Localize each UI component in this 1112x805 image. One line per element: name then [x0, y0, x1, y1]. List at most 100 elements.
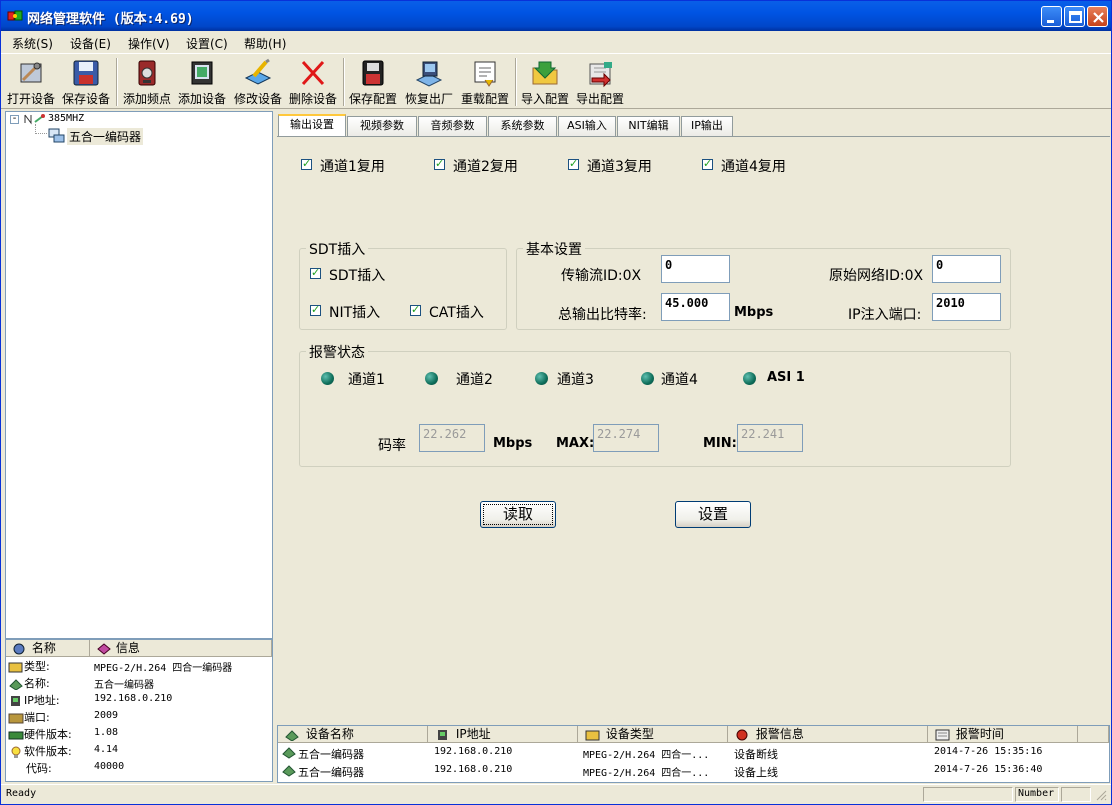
log-row[interactable]: 五合一编码器 192.168.0.210 MPEG-2/H.264 四合一...… — [278, 762, 1109, 779]
log-ip: 192.168.0.210 — [434, 764, 513, 775]
cat-insert-label: CAT插入 — [429, 305, 484, 321]
port-icon — [8, 713, 24, 724]
reload-config-button[interactable]: 重载配置 — [458, 56, 512, 108]
channel4-mux-label: 通道4复用 — [721, 159, 786, 175]
log-header-type[interactable]: 设备类型 — [578, 726, 728, 743]
menu-settings[interactable]: 设置(C) — [186, 35, 228, 52]
type-icon — [8, 662, 23, 673]
status-pane — [1061, 787, 1091, 802]
close-button[interactable] — [1087, 6, 1108, 27]
app-icon — [7, 8, 23, 24]
status-bar: Ready Number — [1, 784, 1111, 804]
hardware-icon — [8, 731, 24, 740]
tab-output-settings[interactable]: 输出设置 — [278, 114, 346, 137]
name-header-icon — [13, 643, 25, 654]
total-bitrate-input[interactable]: 45.000 — [661, 293, 730, 321]
tree-child-label[interactable]: 五合一编码器 — [67, 128, 144, 145]
min-label: MIN: — [703, 436, 737, 451]
tab-video-params[interactable]: 视频参数 — [347, 116, 417, 136]
delete-device-icon — [301, 60, 325, 86]
log-device-name: 五合一编码器 — [298, 748, 364, 761]
tree-expander[interactable]: - — [10, 114, 19, 124]
alarm-header-icon — [736, 729, 748, 740]
prop-ip-key: IP地址: — [8, 692, 60, 708]
maximize-button[interactable] — [1064, 6, 1085, 27]
title-bar[interactable]: 网络管理软件 (版本:4.69) — [1, 1, 1111, 31]
log-header-ip[interactable]: IP地址 — [428, 726, 578, 743]
ts-id-input[interactable]: 0 — [661, 255, 730, 283]
prop-type-key: 类型: — [8, 658, 50, 674]
tab-system-params[interactable]: 系统参数 — [488, 116, 557, 136]
sdt-group: SDT插入 SDT插入 NIT插入 CAT插入 — [299, 239, 507, 330]
settings-panel: 输出设置 视频参数 音频参数 系统参数 ASI输入 NIT编辑 IP输出 通道1… — [277, 111, 1110, 723]
save-device-button[interactable]: 保存设备 — [60, 56, 112, 108]
open-device-icon — [20, 62, 42, 83]
menu-operate[interactable]: 操作(V) — [128, 35, 170, 52]
open-device-label: 打开设备 — [6, 92, 55, 106]
log-row[interactable]: 五合一编码器 192.168.0.210 MPEG-2/H.264 四合一...… — [278, 744, 1109, 761]
tab-nit-edit[interactable]: NIT编辑 — [617, 116, 680, 136]
device-tree[interactable]: - 385MHZ 五合一编码器 — [5, 111, 273, 639]
checkbox-box — [568, 157, 579, 170]
props-header-name[interactable]: 名称 — [6, 640, 90, 657]
export-config-button[interactable]: 导出配置 — [574, 56, 626, 108]
status-text: Ready — [6, 788, 37, 799]
menu-system[interactable]: 系统(S) — [12, 35, 53, 52]
tab-ip-output[interactable]: IP输出 — [681, 116, 733, 136]
add-device-button[interactable]: 添加设备 — [176, 56, 228, 108]
channel2-led — [425, 372, 438, 385]
import-config-button[interactable]: 导入配置 — [519, 56, 571, 108]
save-config-icon — [362, 60, 384, 86]
open-device-button[interactable]: 打开设备 — [5, 56, 57, 108]
log-header-alarm[interactable]: 报警信息 — [728, 726, 928, 743]
props-header-name-label: 名称 — [31, 641, 56, 655]
resize-grip-icon[interactable] — [1095, 789, 1107, 804]
save-config-label: 保存配置 — [348, 92, 397, 106]
bitrate-unit: Mbps — [734, 305, 774, 320]
delete-device-button[interactable]: 删除设备 — [287, 56, 339, 108]
log-alarm-time: 2014-7-26 15:35:16 — [934, 746, 1043, 757]
checkbox-box — [410, 303, 421, 316]
log-alarm-info: 设备断线 — [734, 748, 778, 761]
toolbar-separator — [515, 58, 517, 106]
log-header-name[interactable]: 设备名称 — [278, 726, 428, 743]
save-config-button[interactable]: 保存配置 — [347, 56, 399, 108]
rate-label: 码率 — [378, 438, 406, 454]
tree-root-label[interactable]: 385MHZ — [48, 113, 84, 124]
prop-code-key: 代码: — [26, 762, 52, 775]
props-header-info[interactable]: 信息 — [90, 640, 272, 657]
alarm-group: 报警状态 通道1 通道2 通道3 通道4 ASI 1 码率 22.262 Mbp… — [299, 342, 1011, 467]
minimize-button[interactable] — [1041, 6, 1062, 27]
tab-audio-params[interactable]: 音频参数 — [418, 116, 487, 136]
device-row-icon — [281, 763, 297, 780]
edit-device-button[interactable]: 修改设备 — [231, 56, 285, 108]
ip-icon — [11, 696, 20, 706]
channel3-led-label: 通道3 — [557, 372, 594, 388]
encoder-node-icon — [48, 127, 66, 146]
channel3-led — [535, 372, 548, 385]
nit-insert-label: NIT插入 — [329, 305, 381, 321]
factory-reset-button[interactable]: 恢复出厂 — [402, 56, 456, 108]
log-header-name-label: 设备名称 — [305, 727, 354, 741]
factory-reset-label: 恢复出厂 — [404, 92, 453, 106]
add-frequency-button[interactable]: 添加频点 — [121, 56, 173, 108]
channel1-led-label: 通道1 — [348, 372, 385, 388]
checkbox-box — [310, 303, 321, 316]
alarm-log-list[interactable]: 设备名称 IP地址 设备类型 报警信息 报警时间 五合一编码器 192.168.… — [277, 725, 1110, 783]
tab-asi-input[interactable]: ASI输入 — [558, 116, 616, 136]
asi1-led — [743, 372, 756, 385]
ip-port-input[interactable]: 2010 — [932, 293, 1001, 321]
menu-help[interactable]: 帮助(H) — [244, 35, 286, 52]
props-header-info-label: 信息 — [115, 641, 140, 655]
toolbar-separator — [343, 58, 345, 106]
ip-port-label: IP注入端口: — [848, 307, 922, 323]
menu-device[interactable]: 设备(E) — [70, 35, 111, 52]
menu-bar: 系统(S) 设备(E) 操作(V) 设置(C) 帮助(H) — [1, 31, 1111, 53]
set-button[interactable]: 设置 — [675, 501, 751, 528]
read-button[interactable]: 读取 — [480, 501, 556, 528]
import-config-label: 导入配置 — [520, 92, 569, 106]
orig-net-id-input[interactable]: 0 — [932, 255, 1001, 283]
log-header-time[interactable]: 报警时间 — [928, 726, 1078, 743]
prop-name-key: 名称: — [8, 675, 50, 691]
log-alarm-info: 设备上线 — [734, 766, 778, 779]
